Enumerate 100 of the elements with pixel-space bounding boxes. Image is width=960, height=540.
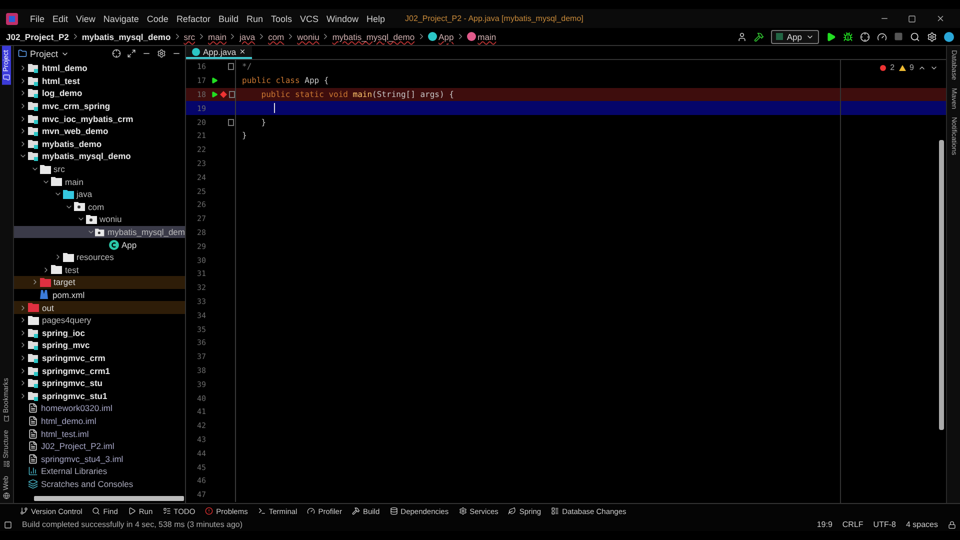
- breakpoint-icon[interactable]: [220, 90, 227, 98]
- tree-item[interactable]: springmvc_crm: [14, 352, 185, 364]
- tree-item[interactable]: springmvc_stu: [14, 376, 185, 390]
- run-gutter-icon[interactable]: [211, 77, 218, 84]
- ide-logo-icon[interactable]: [944, 32, 954, 42]
- tree-item[interactable]: java: [14, 188, 185, 201]
- module-folder-icon: [28, 88, 39, 98]
- lock-icon[interactable]: [948, 520, 956, 528]
- stop-icon[interactable]: [894, 32, 903, 41]
- hammer-icon: [352, 507, 360, 515]
- run-icon[interactable]: [826, 32, 836, 42]
- menu-item[interactable]: VCS: [296, 14, 323, 24]
- settings-icon[interactable]: [927, 32, 937, 42]
- breadcrumb-item[interactable]: App: [438, 32, 454, 42]
- menu-item[interactable]: File: [26, 14, 49, 24]
- tree-item[interactable]: woniu: [14, 213, 185, 226]
- file-icon: [28, 403, 38, 414]
- tree-item[interactable]: J02_Project_P2.iml: [14, 440, 185, 452]
- coverage-icon[interactable]: [860, 32, 870, 42]
- menu-item[interactable]: Build: [214, 14, 242, 24]
- menu-item[interactable]: Help: [362, 14, 390, 24]
- tree-item[interactable]: out: [14, 301, 185, 314]
- breadcrumb-item[interactable]: java: [239, 32, 256, 42]
- tree-item[interactable]: html_test: [14, 74, 185, 88]
- menu-item[interactable]: Run: [242, 14, 267, 24]
- tree-item[interactable]: mvc_ioc_mybatis_crm: [14, 112, 185, 125]
- file-encoding[interactable]: UTF-8: [873, 520, 896, 529]
- tree-item[interactable]: App: [14, 238, 185, 251]
- close-icon[interactable]: [936, 14, 944, 23]
- tree-item[interactable]: log_demo: [14, 87, 185, 100]
- tree-item[interactable]: pom.xml: [14, 288, 185, 302]
- tree-item[interactable]: mybatis_mysql_demo: [14, 150, 185, 163]
- tree-item[interactable]: resources: [14, 250, 185, 264]
- gauge-icon: [307, 507, 316, 515]
- tree-item[interactable]: homework0320.iml: [14, 402, 185, 415]
- leaf-icon: [508, 507, 516, 515]
- breadcrumb-item[interactable]: mybatis_mysql_demo: [332, 32, 415, 42]
- scrollbar[interactable]: [34, 496, 184, 501]
- gauge-icon[interactable]: [877, 32, 887, 42]
- tree-item[interactable]: mvn_web_demo: [14, 124, 185, 138]
- package-folder-icon: [74, 202, 85, 212]
- menu-item[interactable]: Navigate: [99, 14, 143, 24]
- maximize-icon[interactable]: [908, 14, 916, 22]
- tree-item[interactable]: com: [14, 200, 185, 214]
- expand-all-icon[interactable]: [127, 49, 136, 58]
- module-folder-icon: [28, 114, 39, 124]
- indent-setting[interactable]: 4 spaces: [906, 520, 938, 529]
- menu-item[interactable]: Window: [322, 14, 363, 24]
- scrollbar[interactable]: [939, 140, 944, 430]
- tree-item[interactable]: External Libraries: [14, 465, 185, 478]
- run-gutter-icon[interactable]: [211, 90, 218, 98]
- tree-item[interactable]: html_test.iml: [14, 427, 185, 440]
- menu-item[interactable]: Tools: [266, 14, 296, 24]
- status-message: Build completed successfully in 4 sec, 538 ms (3 minutes ago): [22, 520, 243, 529]
- tree-item[interactable]: Scratches and Consoles: [14, 478, 185, 490]
- tree-item[interactable]: pages4query: [14, 314, 185, 326]
- tree-item[interactable]: target: [14, 276, 185, 289]
- tree-item[interactable]: springmvc_crm1: [14, 364, 185, 377]
- tree-item[interactable]: src: [14, 162, 185, 176]
- fold-icon[interactable]: [229, 90, 235, 98]
- panel-toggle-icon[interactable]: [4, 520, 12, 528]
- line-separator[interactable]: CRLF: [842, 520, 864, 529]
- tree-item[interactable]: mybatis_demo: [14, 138, 185, 150]
- user-icon[interactable]: [736, 32, 747, 42]
- fold-icon[interactable]: [228, 118, 234, 126]
- tree-item[interactable]: mvc_crm_spring: [14, 100, 185, 112]
- hammer-icon[interactable]: [754, 32, 764, 42]
- tree-item[interactable]: html_demo.iml: [14, 414, 185, 428]
- tree-item[interactable]: springmvc_stu1: [14, 389, 185, 402]
- breadcrumb-item[interactable]: mybatis_mysql_demo: [82, 32, 171, 42]
- breadcrumb-item[interactable]: main: [208, 32, 226, 42]
- editor-tab[interactable]: App.java: [186, 46, 252, 59]
- menu-item[interactable]: View: [72, 14, 100, 24]
- menu-item[interactable]: Refactor: [172, 14, 214, 24]
- search-icon[interactable]: [910, 32, 920, 42]
- caret-position[interactable]: 19:9: [816, 520, 832, 529]
- menu-item[interactable]: Edit: [48, 14, 72, 24]
- settings-icon[interactable]: [157, 49, 166, 58]
- tree-item[interactable]: spring_mvc: [14, 339, 185, 352]
- tree-item[interactable]: springmvc_stu4_3.iml: [14, 452, 185, 465]
- tree-item[interactable]: test: [14, 264, 185, 276]
- debug-icon[interactable]: [843, 32, 853, 42]
- breadcrumb-item[interactable]: J02_Project_P2: [6, 32, 69, 42]
- menu-item[interactable]: Code: [142, 14, 172, 24]
- locate-icon[interactable]: [112, 49, 121, 58]
- code-text: */: [241, 62, 252, 72]
- tree-item[interactable]: mybatis_mysql_dem: [14, 226, 185, 238]
- app-logo: [6, 12, 18, 24]
- breadcrumb-item[interactable]: woniu: [297, 32, 320, 42]
- fold-icon[interactable]: [228, 63, 234, 70]
- search-icon: [92, 507, 100, 515]
- globe-icon: [3, 492, 10, 499]
- breadcrumb-item[interactable]: main: [478, 32, 496, 42]
- tree-item[interactable]: html_demo: [14, 62, 185, 75]
- project-view-dropdown[interactable]: Project: [18, 48, 70, 58]
- breadcrumb-item[interactable]: com: [268, 32, 284, 42]
- run-configuration-dropdown[interactable]: App: [770, 30, 819, 44]
- tree-item[interactable]: main: [14, 175, 185, 188]
- breadcrumb-item[interactable]: src: [184, 32, 196, 42]
- tree-item[interactable]: spring_ioc: [14, 326, 185, 340]
